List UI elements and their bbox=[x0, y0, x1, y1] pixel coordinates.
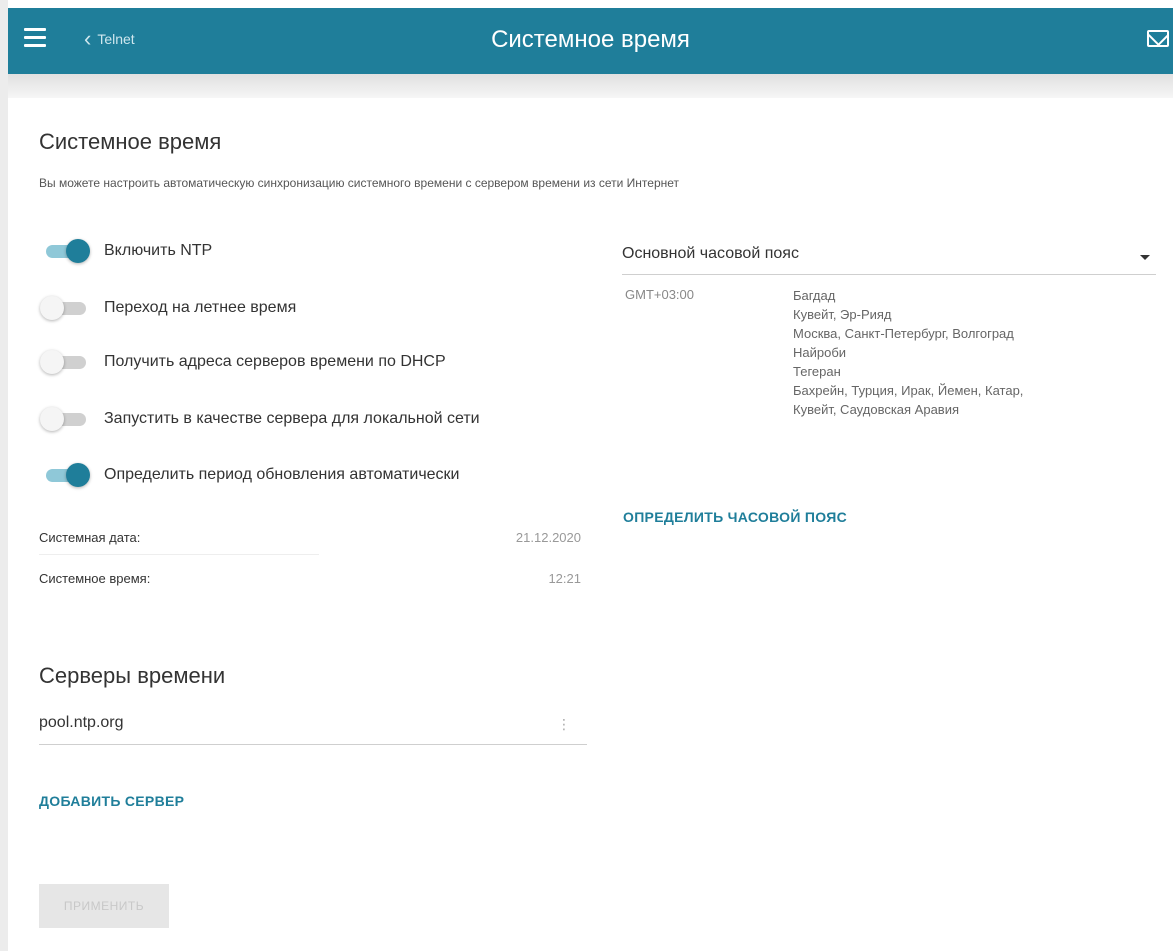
toggle-label: Получить адреса серверов времени по DHCP bbox=[104, 353, 446, 370]
toggle-enable-ntp[interactable]: Включить NTP bbox=[40, 239, 212, 263]
timezone-select-value: Основной часовой пояс bbox=[622, 245, 799, 262]
system-time-value: 12:21 bbox=[548, 571, 581, 586]
timezone-cities-list: Багдад Кувейт, Эр-Рияд Москва, Санкт-Пет… bbox=[793, 286, 1123, 419]
toggle-switch[interactable] bbox=[40, 350, 90, 374]
section-title-time-servers: Серверы времени bbox=[39, 663, 226, 688]
mail-icon[interactable] bbox=[1147, 30, 1169, 47]
toggle-switch[interactable] bbox=[40, 463, 90, 487]
header-shadow bbox=[8, 74, 1173, 98]
section-title-system-time: Системное время bbox=[39, 129, 222, 154]
toggle-label: Включить NTP bbox=[104, 242, 213, 259]
toggle-label: Переход на летнее время bbox=[104, 299, 297, 316]
timezone-city: Кувейт, Саудовская Аравия bbox=[793, 402, 960, 417]
toggle-switch[interactable] bbox=[40, 239, 90, 263]
left-edge-strip bbox=[0, 0, 8, 951]
system-date-row: Системная дата: 21.12.2020 bbox=[39, 530, 581, 555]
system-date-value: 21.12.2020 bbox=[515, 530, 581, 545]
more-vert-icon[interactable]: ⋮ bbox=[557, 716, 571, 733]
apply-button[interactable]: ПРИМЕНИТЬ bbox=[39, 884, 169, 928]
system-time-row: Системное время: 12:21 bbox=[39, 571, 581, 595]
system-date-label: Системная дата: bbox=[39, 530, 141, 545]
toggle-daylight-saving[interactable]: Переход на летнее время bbox=[40, 296, 296, 320]
section-description: Вы можете настроить автоматическую синхр… bbox=[39, 176, 680, 190]
server-value: pool.ntp.org bbox=[39, 714, 124, 731]
timezone-city: Москва, Санкт-Петербург, Волгоград bbox=[793, 326, 1014, 341]
top-bar: ‹ Telnet Системное время bbox=[8, 8, 1173, 74]
toggle-dhcp-servers[interactable]: Получить адреса серверов времени по DHCP bbox=[40, 350, 446, 374]
toggle-switch[interactable] bbox=[40, 407, 90, 431]
toggle-switch[interactable] bbox=[40, 296, 90, 320]
chevron-down-icon bbox=[1140, 255, 1150, 260]
toggle-label: Определить период обновления автоматичес… bbox=[104, 466, 460, 483]
add-server-button[interactable]: ДОБАВИТЬ СЕРВЕР bbox=[39, 793, 184, 809]
page-title: Системное время bbox=[491, 26, 690, 53]
toggle-auto-update-period[interactable]: Определить период обновления автоматичес… bbox=[40, 463, 460, 487]
timezone-city: Тегеран bbox=[793, 364, 841, 379]
toggle-local-server[interactable]: Запустить в качестве сервера для локальн… bbox=[40, 407, 480, 431]
timezone-select[interactable]: Основной часовой пояс bbox=[622, 241, 1156, 275]
timezone-city: Кувейт, Эр-Рияд bbox=[793, 307, 892, 322]
timezone-city: Найроби bbox=[793, 345, 847, 360]
toggle-label: Запустить в качестве сервера для локальн… bbox=[104, 410, 480, 427]
timezone-offset: GMT+03:00 bbox=[625, 287, 695, 302]
detect-timezone-button[interactable]: ОПРЕДЕЛИТЬ ЧАСОВОЙ ПОЯС bbox=[623, 509, 847, 525]
server-input[interactable]: pool.ntp.org ⋮ bbox=[39, 714, 587, 745]
timezone-city: Багдад bbox=[793, 288, 836, 303]
timezone-city: Бахрейн, Турция, Ирак, Йемен, Катар, bbox=[793, 383, 1024, 398]
system-time-label: Системное время: bbox=[39, 571, 151, 586]
